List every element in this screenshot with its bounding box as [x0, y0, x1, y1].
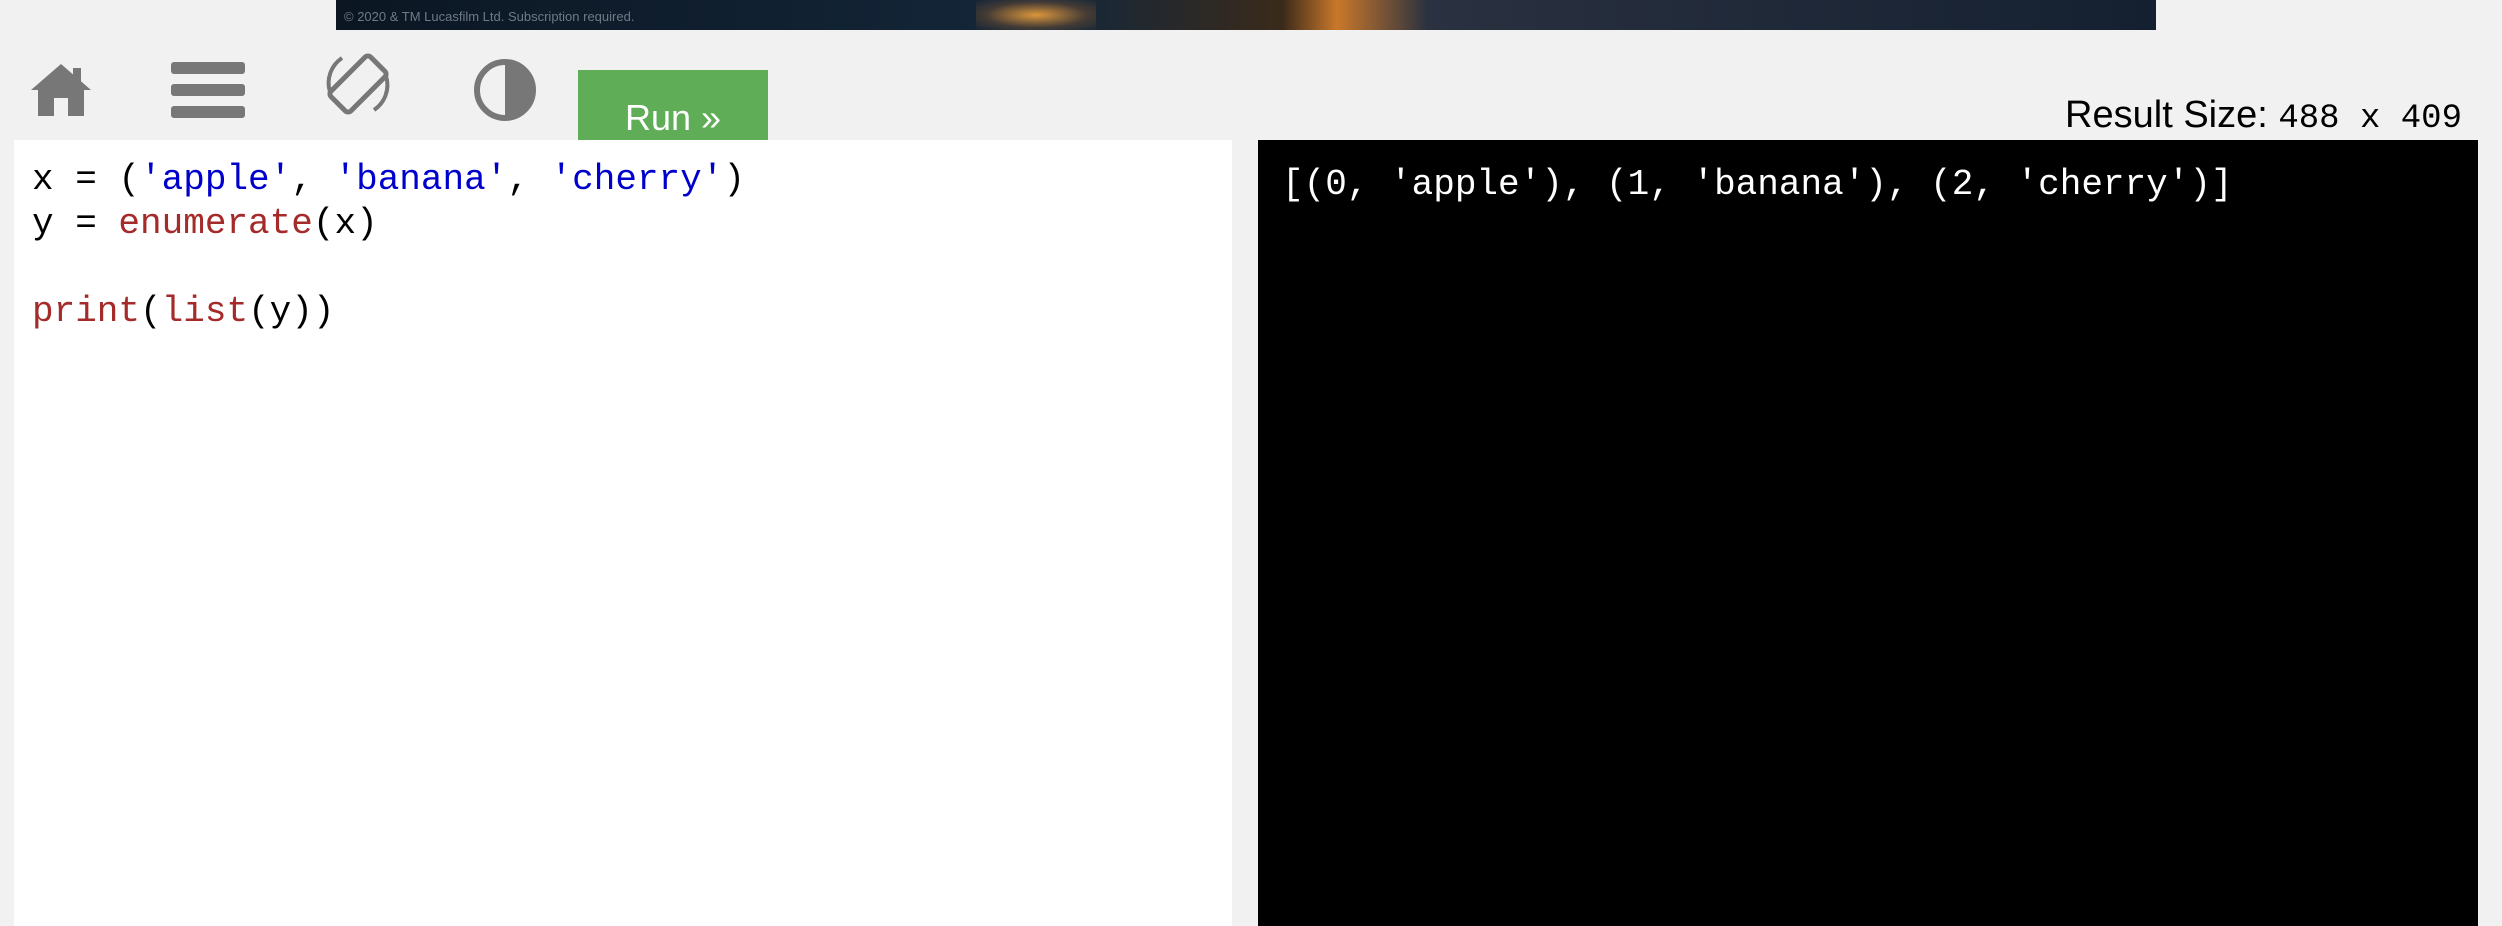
code-token: 'banana' — [334, 159, 508, 200]
output-text: [(0, 'apple'), (1, 'banana'), (2, 'cherr… — [1282, 164, 2233, 205]
code-token: enumerate — [118, 203, 313, 244]
code-token: (x) — [312, 203, 378, 244]
contrast-icon[interactable] — [472, 58, 538, 122]
ad-copyright-text: © 2020 & TM Lucasfilm Ltd. Subscription … — [344, 9, 635, 24]
result-size-label: Result Size: — [2065, 94, 2268, 136]
code-token: (y)) — [248, 291, 335, 332]
panel-divider[interactable] — [1232, 140, 1258, 926]
code-line: x = ('apple', 'banana', 'cherry') — [32, 158, 745, 202]
ad-banner[interactable]: © 2020 & TM Lucasfilm Ltd. Subscription … — [336, 0, 2156, 30]
menu-icon[interactable] — [170, 58, 246, 122]
code-token: x = ( — [32, 159, 141, 200]
code-token: ( — [140, 291, 162, 332]
rotate-icon[interactable] — [318, 52, 398, 116]
result-size-value: 488 x 409 — [2278, 100, 2462, 138]
result-panel: [(0, 'apple'), (1, 'banana'), (2, 'cherr… — [1258, 140, 2478, 926]
code-token: 'apple' — [140, 159, 292, 200]
code-token: , — [507, 159, 551, 200]
code-token: y = — [32, 203, 119, 244]
code-editor[interactable]: x = ('apple', 'banana', 'cherry') y = enu… — [14, 140, 1233, 926]
code-token: print — [32, 291, 141, 332]
home-icon[interactable] — [28, 58, 94, 122]
code-line: y = enumerate(x) — [32, 202, 745, 246]
toolbar: Run » Result Size: 488 x 409 — [0, 30, 2502, 166]
ad-image-glow — [976, 0, 1096, 30]
code-line: print(list(y)) — [32, 290, 745, 334]
code-token: 'cherry' — [550, 159, 724, 200]
code-token: list — [161, 291, 249, 332]
result-size: Result Size: 488 x 409 — [2065, 94, 2462, 138]
code-token: , — [291, 159, 335, 200]
code-token: ) — [723, 159, 745, 200]
code-text[interactable]: x = ('apple', 'banana', 'cherry') y = enu… — [32, 158, 745, 334]
